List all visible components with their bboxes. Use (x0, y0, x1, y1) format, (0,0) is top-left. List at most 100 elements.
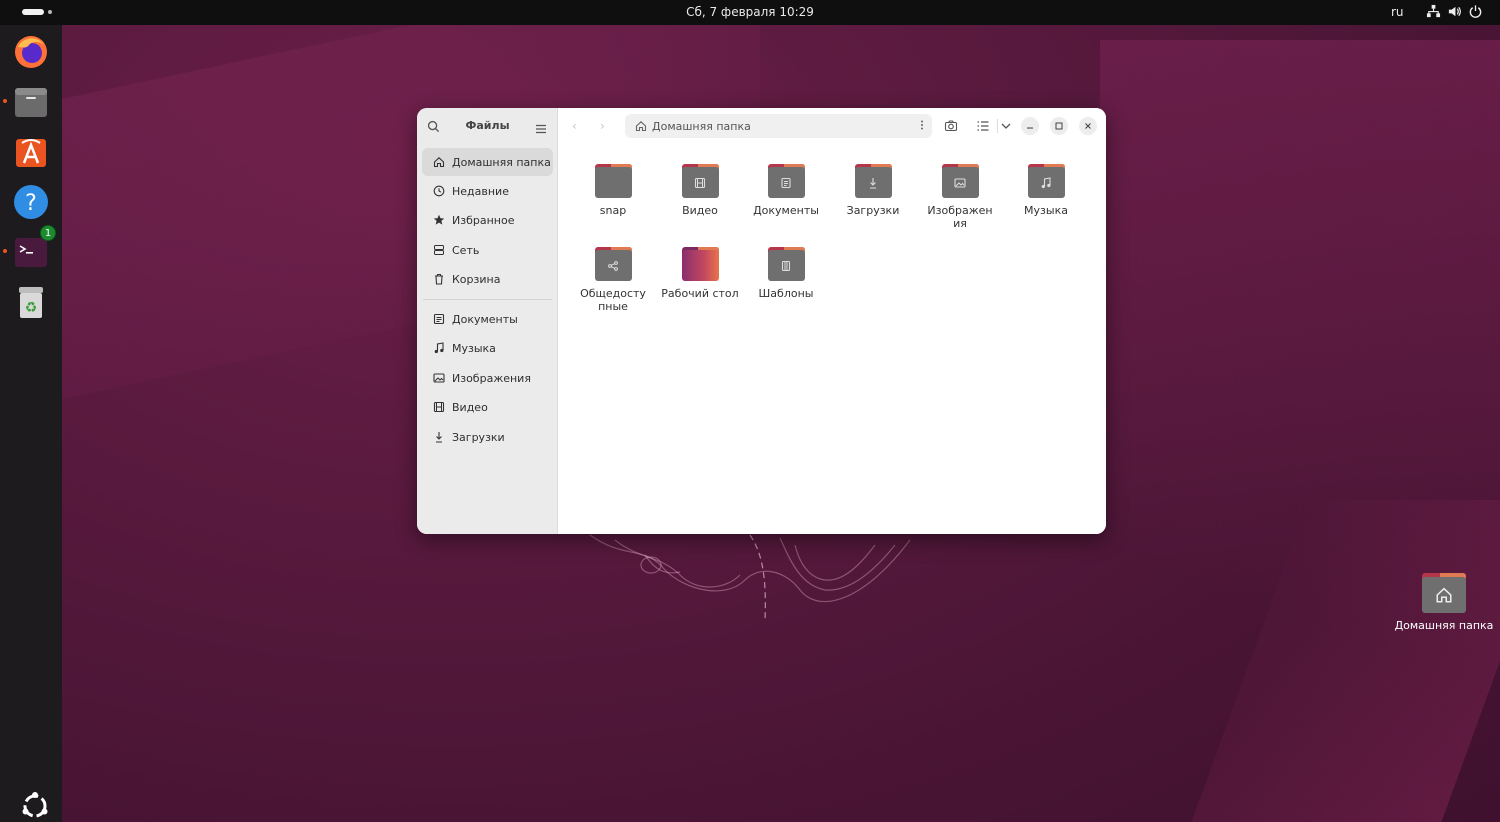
sidebar-item-starred[interactable]: Избранное (422, 206, 553, 234)
forward-button[interactable]: › (600, 119, 605, 133)
desktop-home-folder[interactable]: Домашняя папка (1394, 573, 1494, 632)
main-menu-button[interactable] (535, 120, 547, 139)
sidebar-item-label: Недавние (452, 184, 509, 198)
video-icon (432, 400, 446, 414)
file-item[interactable]: Загрузки (833, 164, 913, 217)
network-icon (432, 243, 446, 257)
folder-icon (594, 164, 632, 198)
file-item[interactable]: Документы (746, 164, 826, 217)
path-menu-button[interactable] (920, 119, 924, 134)
sidebar-item-label: Загрузки (452, 430, 505, 444)
dock-firefox[interactable] (12, 33, 50, 71)
chevron-down-icon (1001, 123, 1011, 129)
close-button[interactable] (1079, 117, 1097, 135)
home-folder-icon (1422, 573, 1466, 613)
file-label: Шаблоны (758, 287, 814, 300)
clock-icon (432, 184, 446, 198)
file-item[interactable]: Общедосту пные (571, 247, 655, 313)
view-options-button[interactable] (1000, 118, 1012, 137)
sidebar-item-label: Сеть (452, 243, 480, 257)
file-label: Музыка (1024, 204, 1068, 217)
file-item[interactable]: Рабочий стол (660, 247, 740, 300)
wallpaper-streak (1100, 40, 1500, 822)
file-label: Документы (753, 204, 819, 217)
minimize-button[interactable] (1021, 117, 1039, 135)
files-icon (15, 88, 47, 117)
chevron-left-icon: ‹ (572, 119, 577, 133)
chevron-right-icon: › (600, 119, 605, 133)
sidebar-item-recent[interactable]: Недавние (422, 177, 553, 205)
path-label: Домашняя папка (652, 119, 751, 133)
help-icon: ? (14, 185, 48, 219)
language-indicator[interactable]: ru (1391, 5, 1404, 19)
wallpaper-contour (589, 534, 911, 621)
maximize-button[interactable] (1050, 117, 1068, 135)
file-item[interactable]: Шаблоны (746, 247, 826, 300)
folder-public-icon (594, 247, 632, 281)
folder-documents-icon (767, 164, 805, 198)
trash-icon: ♻ (19, 287, 43, 318)
image-icon (432, 371, 446, 385)
network-icon (1426, 4, 1441, 18)
folder-music-icon (1027, 164, 1065, 198)
app-center-icon (16, 139, 46, 167)
folder-downloads-icon (854, 164, 892, 198)
dock-trash[interactable]: ♻ (12, 283, 50, 321)
folder-desktop-icon (681, 247, 719, 281)
list-view-icon (977, 121, 989, 131)
sidebar-item-network[interactable]: Сеть (422, 236, 553, 264)
file-label: snap (599, 204, 627, 217)
file-grid: snap Видео Документы Загрузки Изображен … (558, 144, 1106, 534)
new-folder-button[interactable] (944, 118, 958, 137)
sidebar-item-home[interactable]: Домашняя папка (422, 148, 553, 176)
dock-help[interactable]: ? (12, 183, 50, 221)
clock[interactable]: Сб, 7 февраля 10:29 (0, 5, 1500, 19)
file-label: Рабочий стол (661, 287, 739, 300)
star-icon (432, 213, 446, 227)
file-item[interactable]: Музыка (1006, 164, 1086, 217)
sidebar-item-label: Музыка (452, 341, 496, 355)
dock-app-center[interactable] (12, 133, 50, 171)
file-item[interactable]: Видео (660, 164, 740, 217)
sidebar-item-pictures[interactable]: Изображения (422, 364, 553, 392)
dock: ? 1 ♻ (0, 25, 62, 822)
path-bar[interactable]: Домашняя папка (625, 114, 932, 138)
top-bar: Сб, 7 февраля 10:29 ru (0, 0, 1500, 25)
hamburger-icon (536, 124, 546, 134)
sidebar-item-label: Документы (452, 312, 518, 326)
notification-badge: 1 (40, 225, 56, 241)
file-item[interactable]: snap (573, 164, 653, 217)
show-apps-button[interactable] (20, 790, 50, 820)
view-mode-button[interactable] (976, 118, 990, 137)
files-window: Файлы Домашняя папка Недавние Избранное … (417, 108, 1106, 534)
running-indicator (3, 99, 7, 103)
dock-terminal[interactable]: 1 (3, 225, 56, 271)
file-label: Изображен ия (927, 204, 993, 230)
volume-icon (1448, 6, 1461, 17)
camera-icon (944, 120, 958, 132)
sidebar-item-music[interactable]: Музыка (422, 334, 553, 362)
sidebar-item-downloads[interactable]: Загрузки (422, 423, 553, 451)
home-icon (432, 155, 446, 169)
system-tray[interactable] (1426, 4, 1483, 19)
svg-text:♻: ♻ (25, 300, 38, 316)
sidebar-item-videos[interactable]: Видео (422, 393, 553, 421)
sidebar-item-label: Домашняя папка (452, 155, 551, 169)
sidebar-item-documents[interactable]: Документы (422, 305, 553, 333)
close-icon (1085, 123, 1091, 129)
sidebar-item-label: Корзина (452, 272, 501, 286)
sidebar-item-label: Избранное (452, 213, 515, 227)
folder-video-icon (681, 164, 719, 198)
header-bar: ‹ › Домашняя папка (558, 108, 1106, 144)
sidebar-item-trash[interactable]: Корзина (422, 265, 553, 293)
music-icon (432, 341, 446, 355)
sidebar-separator (423, 299, 552, 300)
main-view: ‹ › Домашняя папка snap Видео Документы … (558, 108, 1106, 534)
file-label: Общедосту пные (580, 287, 646, 313)
file-item[interactable]: Изображен ия (919, 164, 1001, 230)
back-button[interactable]: ‹ (572, 119, 577, 133)
maximize-icon (1055, 122, 1063, 130)
dock-files[interactable] (3, 83, 50, 121)
file-label: Видео (682, 204, 718, 217)
power-icon (1469, 5, 1482, 18)
